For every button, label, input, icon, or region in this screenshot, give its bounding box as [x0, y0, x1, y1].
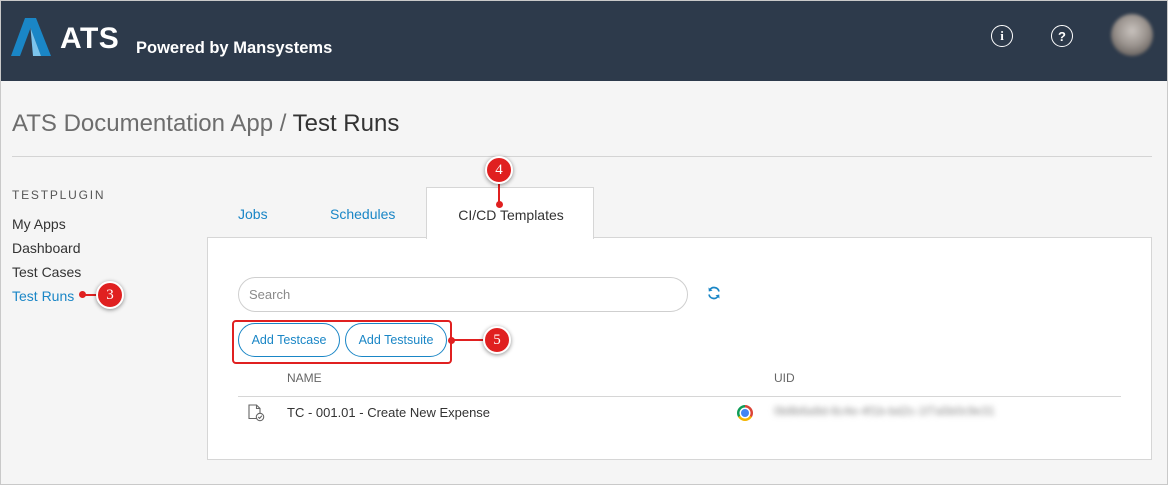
divider	[12, 156, 1152, 157]
breadcrumb-app[interactable]: ATS Documentation App	[12, 110, 273, 137]
search-input[interactable]	[238, 277, 688, 312]
column-header-uid[interactable]: UID	[774, 371, 795, 385]
breadcrumb: ATS Documentation App / Test Runs	[12, 110, 399, 138]
logo-text: ATS	[60, 22, 120, 55]
breadcrumb-current: Test Runs	[292, 110, 400, 137]
chrome-browser-icon	[737, 405, 753, 421]
column-header-name[interactable]: NAME	[287, 371, 322, 385]
tab-cicd-templates-label: CI/CD Templates	[458, 207, 564, 223]
sidebar-section-title: TESTPLUGIN	[12, 188, 106, 202]
help-icon-glyph: ?	[1058, 28, 1066, 44]
table-row-name[interactable]: TC - 001.01 - Create New Expense	[287, 405, 490, 420]
buttons-highlight	[232, 320, 452, 364]
tab-cicd-templates[interactable]: CI/CD Templates	[426, 187, 594, 239]
help-icon[interactable]: ?	[1051, 25, 1073, 47]
tab-jobs[interactable]: Jobs	[238, 206, 268, 222]
tab-schedules[interactable]: Schedules	[330, 206, 395, 222]
test-file-icon	[248, 404, 265, 422]
sidebar-item-dashboard[interactable]: Dashboard	[12, 240, 81, 256]
sidebar-item-test-cases[interactable]: Test Cases	[12, 264, 81, 280]
table-row-uid: 0b8b6a9d-6c4e-4f1b-bd2c-1f7a5b0c9e31	[774, 404, 995, 418]
user-avatar[interactable]	[1111, 14, 1153, 56]
callout-5-badge: 5	[483, 326, 511, 354]
sidebar-item-my-apps[interactable]: My Apps	[12, 216, 66, 232]
top-bar: ATS Powered by Mansystems i ?	[1, 1, 1167, 81]
ats-logo-icon	[11, 18, 51, 56]
table-divider	[238, 396, 1121, 397]
callout-5-line	[452, 339, 486, 341]
info-icon-glyph: i	[1000, 28, 1004, 43]
logo-subtitle: Powered by Mansystems	[136, 39, 333, 57]
callout-4-pointer	[495, 201, 503, 208]
callout-3-badge: 3	[96, 281, 124, 309]
callout-4-badge: 4	[485, 156, 513, 184]
breadcrumb-separator: /	[273, 110, 293, 137]
info-icon[interactable]: i	[991, 25, 1013, 47]
sidebar-item-test-runs[interactable]: Test Runs	[12, 288, 74, 304]
refresh-icon[interactable]	[707, 286, 721, 300]
